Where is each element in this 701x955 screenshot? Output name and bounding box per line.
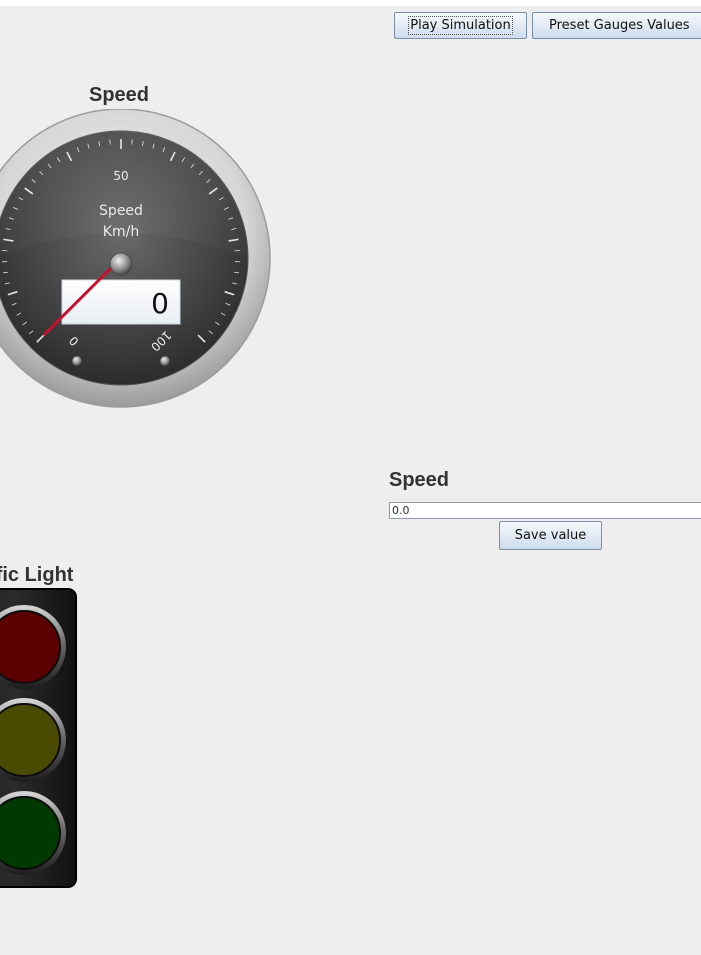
play-simulation-button[interactable]: Play Simulation bbox=[394, 12, 527, 39]
save-value-button[interactable]: Save value bbox=[499, 521, 602, 550]
speed-gauge-title: Speed bbox=[89, 84, 150, 106]
gauge-mid-label: 50 bbox=[113, 169, 128, 183]
preset-gauges-values-button[interactable]: Preset Gauges Values bbox=[532, 12, 701, 39]
gauge-needle-knob bbox=[109, 252, 133, 276]
speed-value-field[interactable] bbox=[389, 502, 701, 519]
save-value-label: Save value bbox=[514, 528, 587, 543]
traffic-light-title: Traffic Light bbox=[0, 564, 74, 586]
speed-gauge: 50 0 100 Speed Km/h 0 bbox=[0, 109, 271, 408]
gauge-lcd-value: 0 bbox=[151, 287, 169, 320]
gauge-face-title: Speed bbox=[99, 203, 143, 219]
gauge-max-stop-pin bbox=[159, 355, 171, 367]
play-simulation-label: Play Simulation bbox=[408, 16, 513, 35]
gauge-unit: Km/h bbox=[103, 224, 139, 240]
traffic-light bbox=[0, 588, 77, 888]
main-panel: Play Simulation Preset Gauges Values Spe… bbox=[0, 6, 701, 955]
preset-gauges-values-label: Preset Gauges Values bbox=[549, 18, 690, 33]
gauge-min-stop-pin bbox=[71, 355, 83, 367]
speed-editor-title: Speed bbox=[389, 469, 450, 491]
